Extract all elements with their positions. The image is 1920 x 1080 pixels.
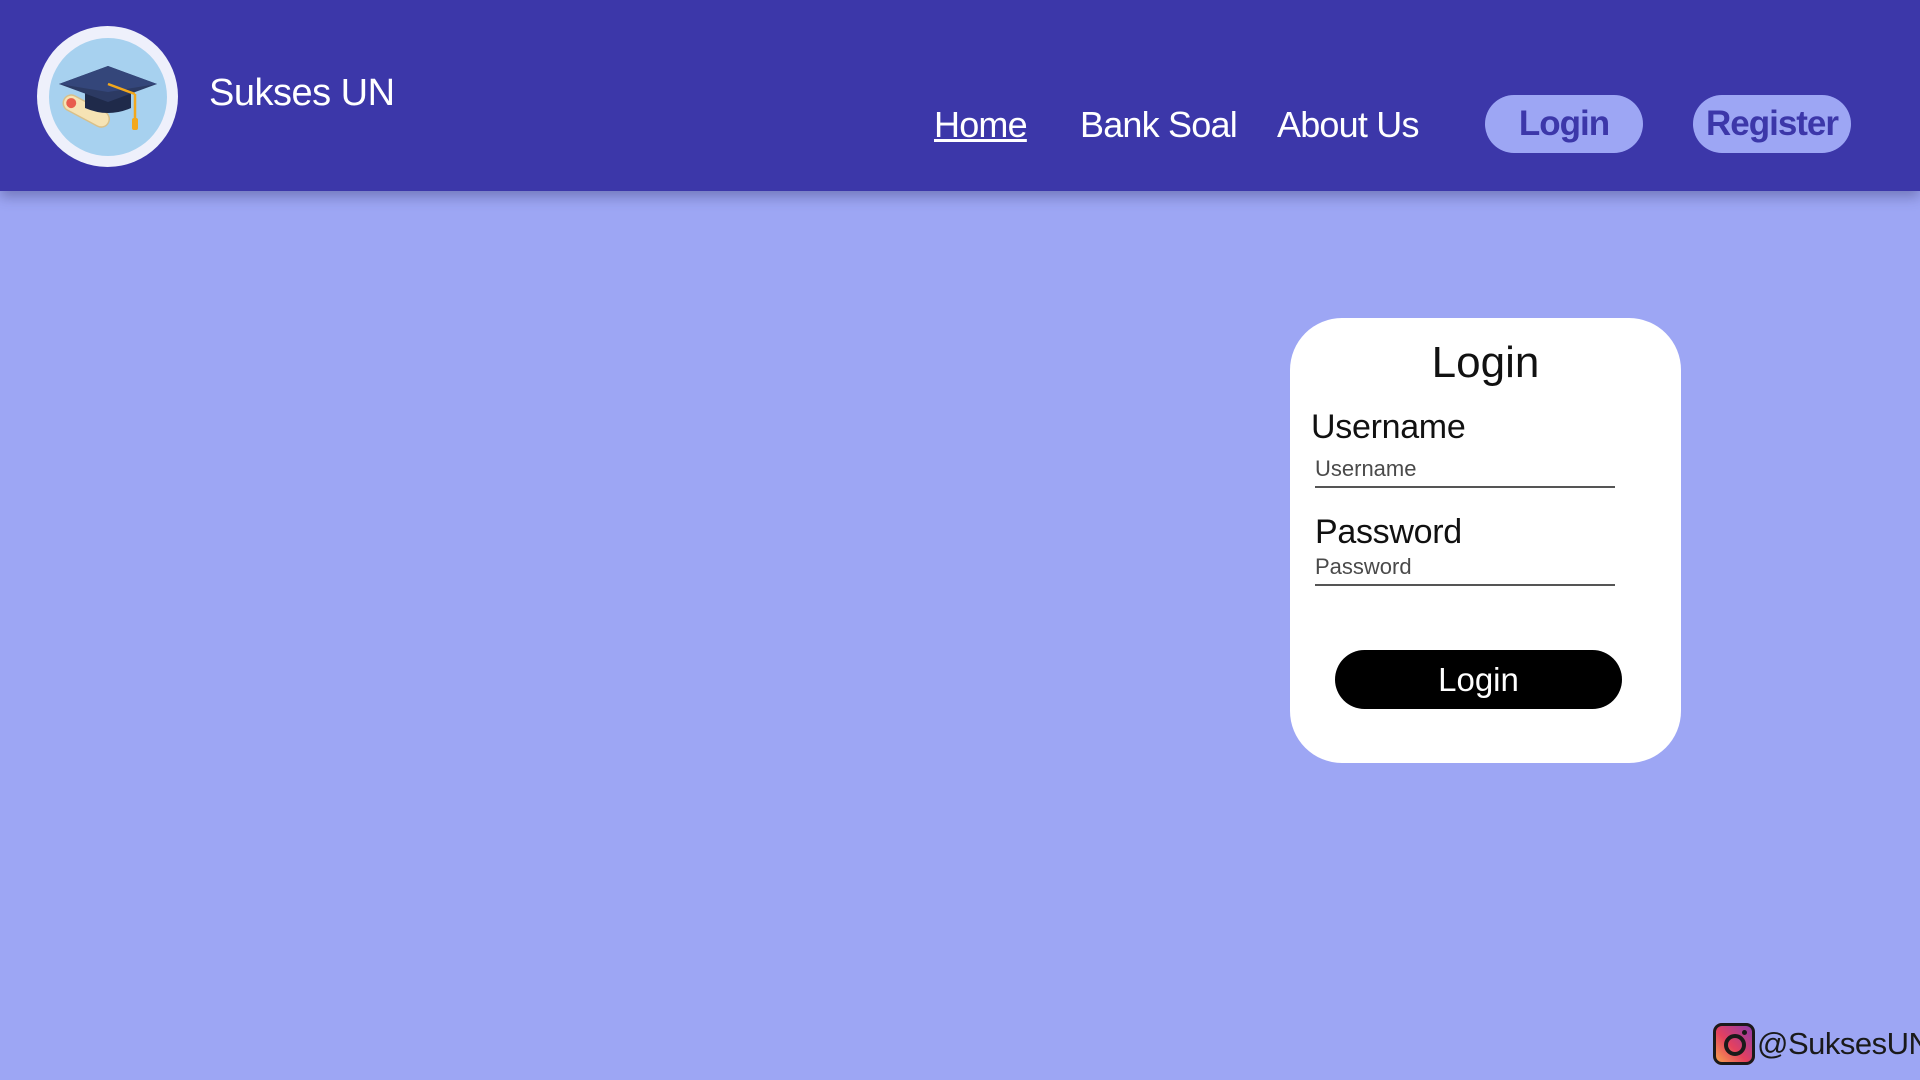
login-submit-button[interactable]: Login (1335, 650, 1622, 709)
site-logo[interactable] (37, 26, 178, 167)
username-input[interactable] (1315, 452, 1615, 488)
logo-badge (48, 37, 167, 156)
login-card-title: Login (1431, 338, 1540, 387)
nav-home-link[interactable]: Home (934, 104, 1028, 146)
password-label: Password (1315, 513, 1462, 551)
username-label: Username (1311, 408, 1466, 446)
password-input[interactable] (1315, 550, 1615, 586)
header-register-button[interactable]: Register (1693, 95, 1851, 153)
instagram-icon (1713, 1023, 1755, 1065)
nav-about-us-link[interactable]: About Us (1277, 104, 1419, 146)
login-card: Login Username Password Login (1290, 318, 1681, 763)
instagram-link[interactable]: @SuksesUN (1713, 1023, 1920, 1065)
brand-name: Sukses UN (209, 72, 395, 114)
instagram-handle: @SuksesUN (1757, 1026, 1920, 1061)
graduation-cap-icon (58, 65, 157, 130)
header-login-button[interactable]: Login (1485, 95, 1643, 153)
navbar: Sukses UN Home Bank Soal About Us Login … (0, 0, 1920, 191)
nav-bank-soal-link[interactable]: Bank Soal (1080, 104, 1238, 146)
